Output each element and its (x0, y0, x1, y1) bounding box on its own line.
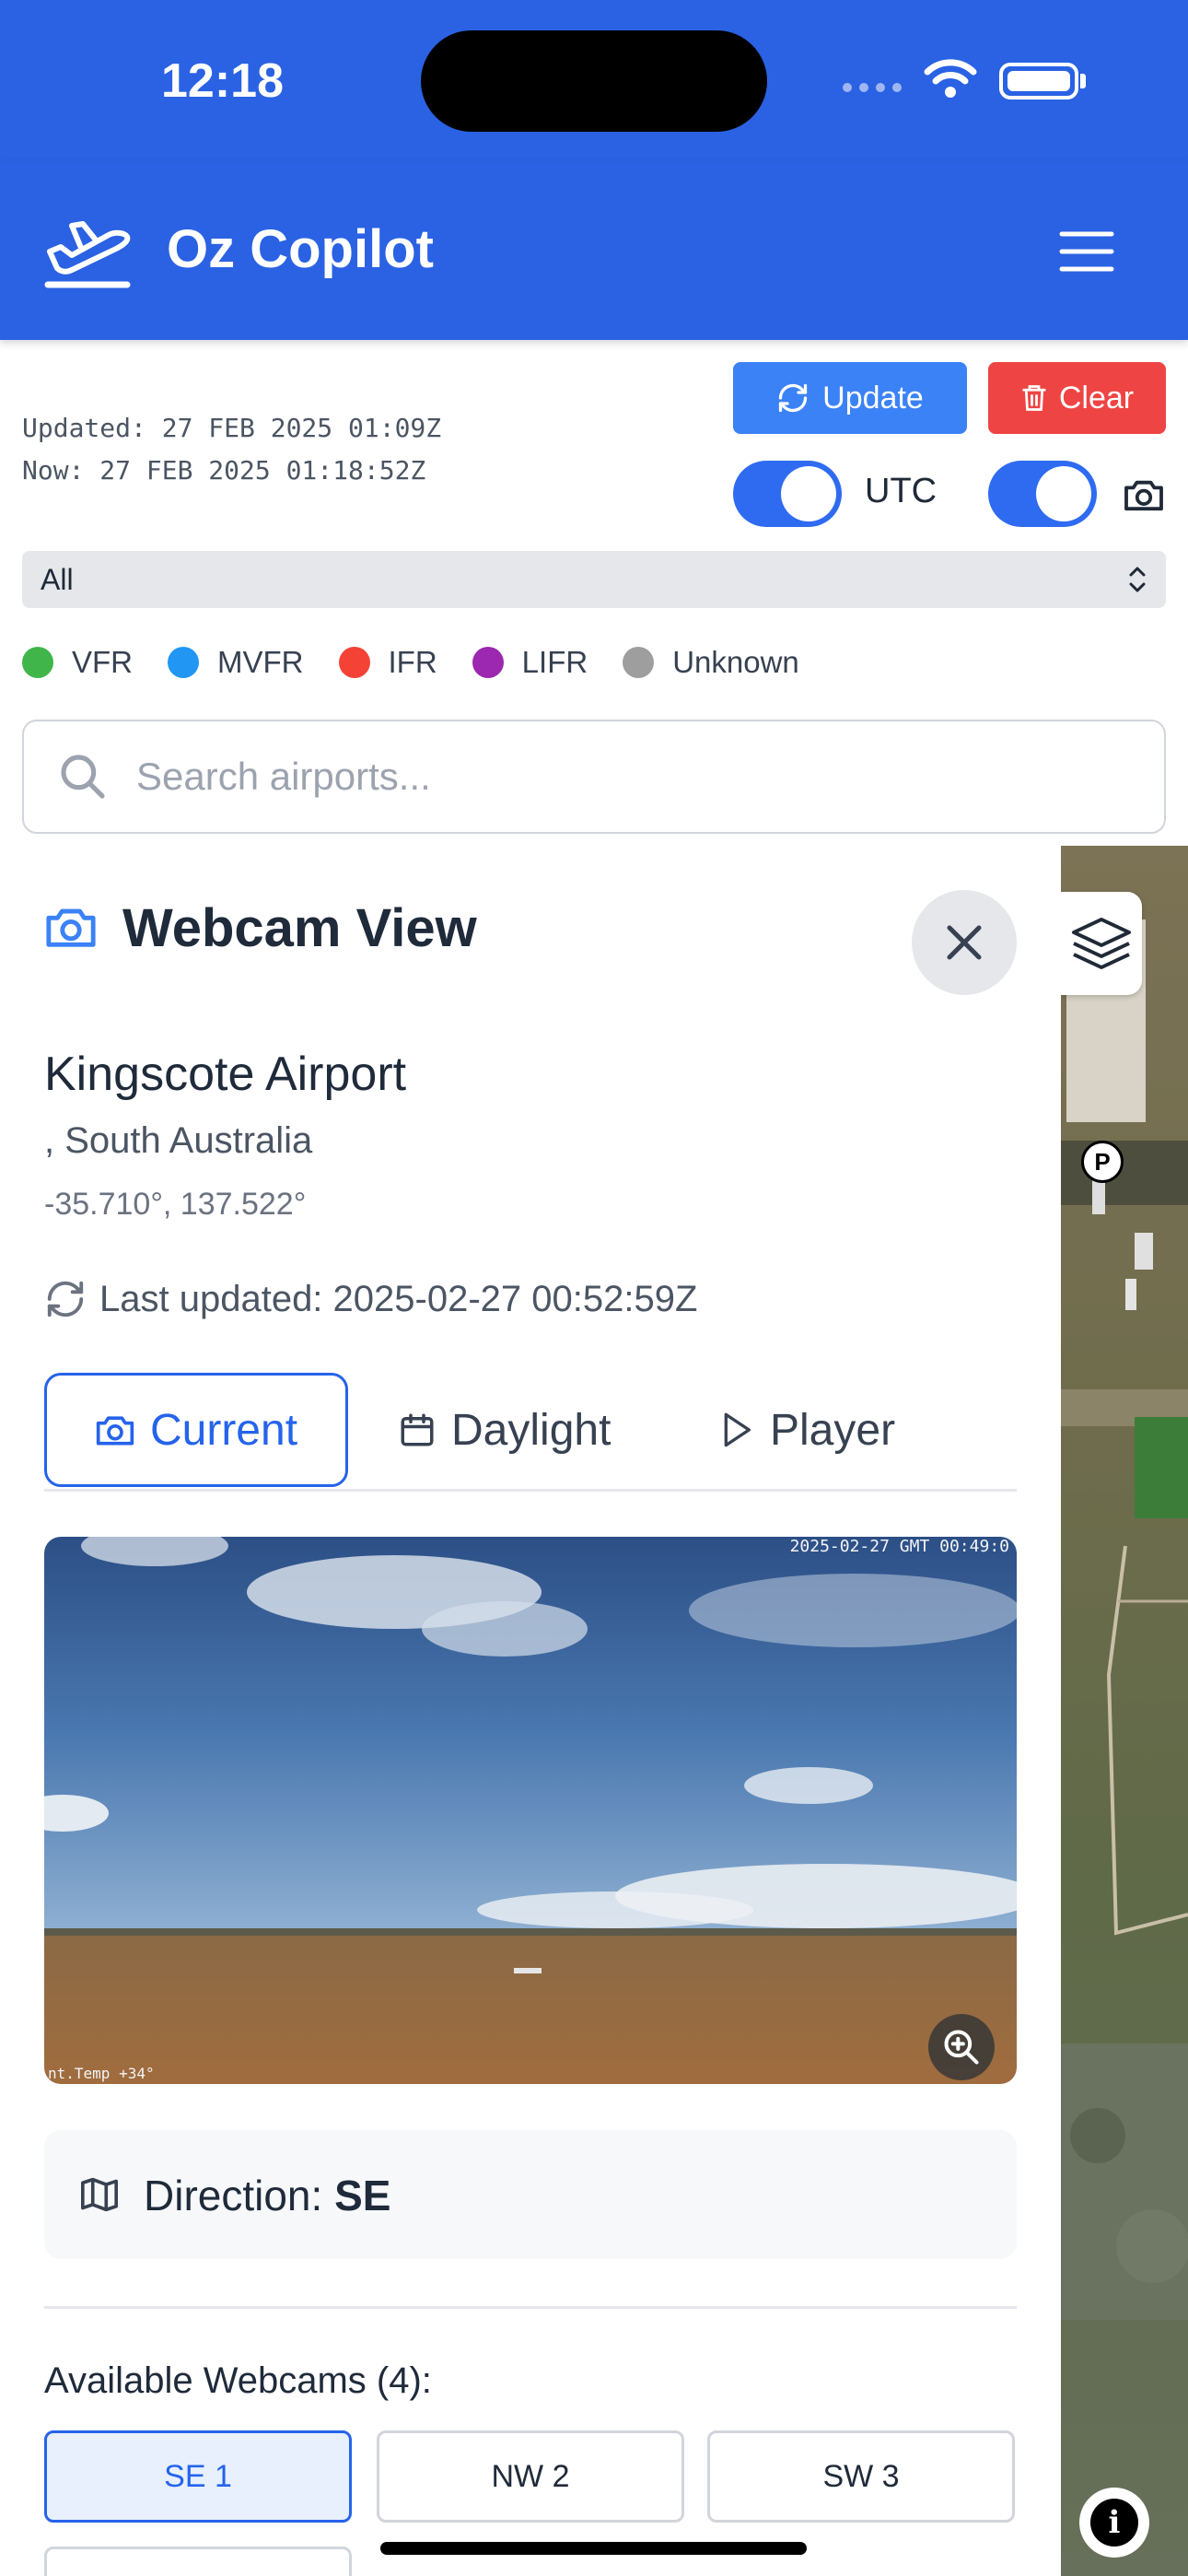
layers-icon (1072, 918, 1131, 969)
panel-title: Webcam View (122, 898, 477, 958)
legend-item-ifr: IFR (338, 645, 437, 680)
webcam-timestamp-overlay: 2025-02-27 GMT 00:49:0 (789, 1537, 1009, 1556)
last-updated-text: Last updated: 2025-02-27 00:52:59Z (99, 1279, 698, 1319)
utc-toggle[interactable] (733, 461, 842, 527)
status-bar: 12:18 (0, 0, 1188, 161)
webcam-photo (44, 1537, 1017, 2084)
hamburger-menu-icon[interactable] (1059, 230, 1114, 273)
dynamic-island (421, 30, 767, 132)
webcam-button-se1[interactable]: SE 1 (44, 2430, 352, 2523)
chevron-up-down-icon (1129, 567, 1146, 592)
refresh-icon (779, 383, 808, 413)
flight-category-legend: VFR MVFR IFR LIFR Unknown (22, 645, 834, 680)
tab-player-label: Player (770, 1405, 896, 1455)
update-label: Update (822, 380, 924, 416)
refresh-icon (47, 1281, 84, 1317)
direction-text: Direction: SE (144, 2172, 391, 2219)
webcam-button-sw3[interactable]: SW 3 (707, 2430, 1015, 2523)
ifr-dot (338, 647, 370, 678)
app-title: Oz Copilot (167, 219, 434, 279)
update-button[interactable]: Update (733, 362, 967, 434)
airport-name: Kingscote Airport (44, 1048, 407, 1101)
app-header: Oz Copilot (0, 161, 1188, 340)
category-select-value: All (41, 563, 74, 596)
zoom-in-icon (944, 2030, 979, 2065)
tab-daylight-label: Daylight (451, 1405, 611, 1455)
timestamps: Updated: 27 FEB 2025 01:09Z Now: 27 FEB … (22, 407, 441, 492)
wifi-icon (924, 59, 977, 98)
close-button[interactable] (912, 890, 1017, 995)
tab-current[interactable]: Current (44, 1373, 348, 1487)
utc-label: UTC (865, 472, 938, 510)
section-divider (44, 2306, 1017, 2309)
legend-item-unknown: Unknown (623, 645, 799, 680)
airplane-takeoff-icon (44, 221, 131, 288)
battery-icon (999, 63, 1078, 100)
webcam-button-nw2[interactable]: NW 2 (377, 2430, 684, 2523)
webcam-toggle[interactable] (988, 461, 1097, 527)
direction-info: Direction: SE (44, 2130, 1017, 2259)
home-indicator (380, 2542, 807, 2555)
tab-daylight[interactable]: Daylight (398, 1373, 611, 1487)
airport-region: , South Australia (44, 1120, 313, 1161)
status-time: 12:18 (161, 54, 284, 108)
direction-value: SE (334, 2172, 391, 2219)
zoom-in-button[interactable] (928, 2014, 995, 2080)
unknown-dot (623, 647, 655, 678)
map-icon (81, 2177, 118, 2212)
satellite-map[interactable]: P (1061, 846, 1188, 2576)
map-layers-button[interactable] (1061, 892, 1142, 995)
webcam-image[interactable]: 2025-02-27 GMT 00:49:0 nt.Temp +34° (44, 1537, 1017, 2084)
tab-player[interactable]: Player (718, 1373, 895, 1487)
mvfr-dot (168, 647, 199, 678)
legend-item-vfr: VFR (22, 645, 133, 680)
trash-icon (1022, 385, 1046, 411)
airport-coordinates: -35.710°, 137.522° (44, 1187, 307, 1222)
current-time: Now: 27 FEB 2025 01:18:52Z (22, 455, 426, 486)
camera-icon (1124, 480, 1163, 511)
search-input[interactable]: Search airports... (22, 720, 1166, 834)
cellular-signal-icon (843, 83, 902, 92)
camera-icon (46, 908, 96, 947)
camera-icon (96, 1416, 134, 1446)
satellite-imagery (1061, 846, 1188, 2576)
legend-item-lifr: LIFR (472, 645, 588, 680)
webcam-panel: Webcam View Kingscote Airport , South Au… (0, 846, 1061, 2576)
map-info-button[interactable]: i (1079, 2488, 1149, 2558)
clear-label: Clear (1058, 380, 1135, 416)
battery-tip (1080, 74, 1086, 88)
calendar-icon (401, 1413, 434, 1446)
tab-current-label: Current (149, 1405, 298, 1455)
available-webcams-title: Available Webcams (4): (44, 2360, 432, 2401)
category-select[interactable]: All (22, 551, 1166, 608)
search-placeholder: Search airports... (136, 755, 431, 798)
parking-marker[interactable]: P (1081, 1141, 1124, 1183)
vfr-dot (22, 647, 53, 678)
clear-button[interactable]: Clear (988, 362, 1166, 434)
tabs-divider (44, 1489, 1017, 1492)
play-icon (724, 1412, 751, 1447)
webcam-temp-overlay: nt.Temp +34° (48, 2065, 155, 2082)
lifr-dot (472, 647, 504, 678)
info-icon: i (1090, 2499, 1138, 2547)
updated-time: Updated: 27 FEB 2025 01:09Z (22, 413, 442, 443)
legend-item-mvfr: MVFR (168, 645, 304, 680)
close-icon (947, 925, 982, 960)
search-icon (61, 755, 105, 799)
webcam-button-4[interactable] (44, 2547, 352, 2576)
